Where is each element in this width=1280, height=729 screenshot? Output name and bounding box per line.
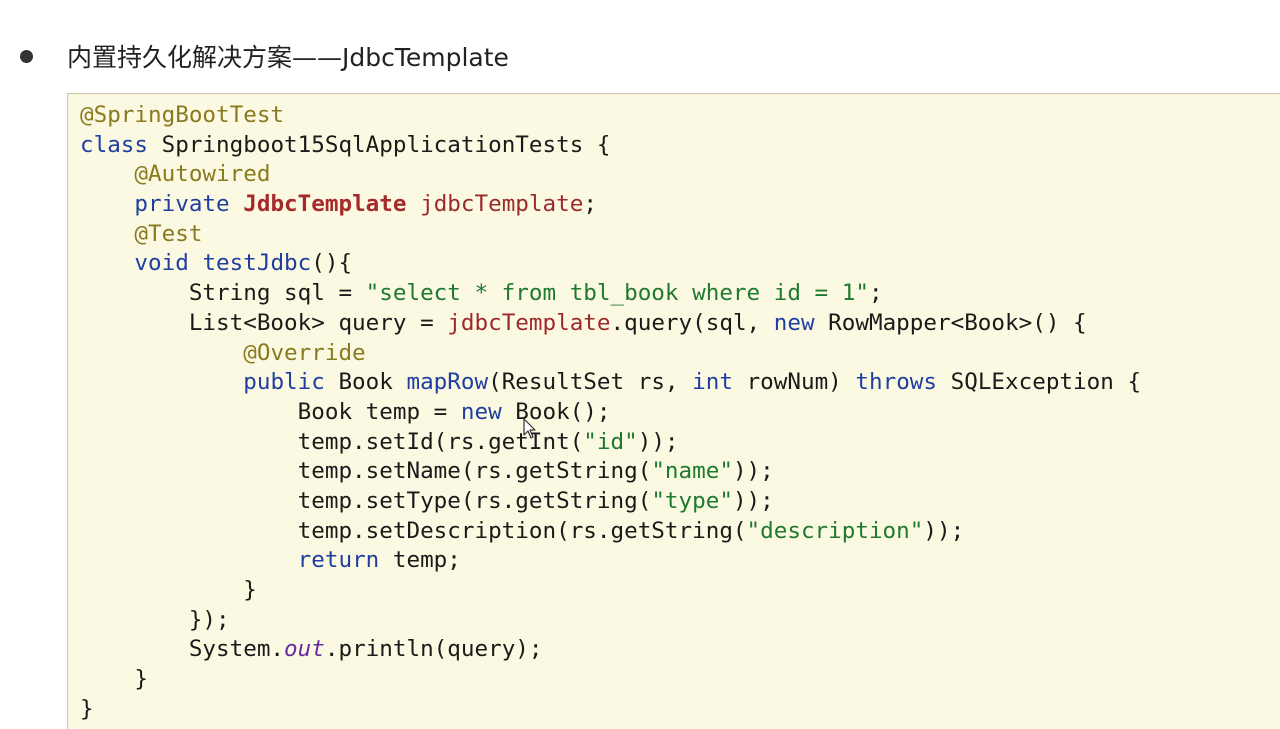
- code-line: List<Book> query = jdbcTemplate.query(sq…: [80, 309, 1141, 339]
- code-token: }: [80, 695, 94, 722]
- code-token: "description": [746, 517, 924, 544]
- code-token: ));: [732, 487, 774, 514]
- code-token: "type": [651, 487, 733, 514]
- code-token: mapRow: [406, 369, 489, 396]
- code-line: Book temp = new Book();: [80, 398, 1141, 428]
- code-token: SQLException {: [950, 369, 1142, 396]
- code-line: temp.setType(rs.getString("type"));: [80, 487, 1141, 517]
- code-line: temp.setId(rs.getInt("id"));: [80, 428, 1141, 458]
- heading-title: 内置持久化解决方案——JdbcTemplate: [67, 43, 509, 72]
- code-token: @Autowired: [134, 161, 271, 188]
- code-token: new: [773, 309, 829, 336]
- code-line: String sql = "select * from tbl_book whe…: [80, 279, 1141, 309]
- code-line: }: [80, 665, 1141, 695]
- code-line: temp.setName(rs.getString("name"));: [80, 457, 1141, 487]
- code-token: private: [134, 191, 244, 218]
- code-line: class Springboot15SqlApplicationTests {: [80, 131, 1141, 161]
- code-line: temp.setDescription(rs.getString("descri…: [80, 517, 1141, 547]
- code-token: ;: [583, 191, 597, 218]
- code-token: new: [460, 398, 516, 425]
- code-token: "id": [583, 428, 638, 455]
- code-line: return temp;: [80, 546, 1141, 576]
- code-token: @Override: [243, 339, 366, 366]
- code-token: ));: [923, 517, 965, 544]
- code-token: System.: [80, 636, 285, 663]
- code-line: @Test: [80, 220, 1141, 250]
- code-token: return: [297, 547, 393, 574]
- code-token: Book temp =: [80, 398, 461, 425]
- code-token: public: [243, 369, 339, 396]
- code-token: ;: [868, 280, 883, 307]
- code-token: });: [80, 606, 230, 633]
- code-line: public Book mapRow(ResultSet rs, int row…: [80, 368, 1141, 398]
- code-line: System.out.println(query);: [80, 635, 1141, 665]
- code-token: .query(sql,: [610, 309, 774, 336]
- code-token: (){: [311, 250, 353, 277]
- code-token: temp.setDescription(rs.getString(: [80, 517, 747, 544]
- code-token: temp;: [392, 547, 461, 574]
- code-token: (ResultSet rs,: [488, 369, 693, 396]
- code-token: }: [80, 666, 149, 693]
- code-line: });: [80, 606, 1141, 636]
- code-token: out: [284, 636, 325, 663]
- code-token: "name": [651, 458, 733, 485]
- code-line: }: [80, 695, 1141, 725]
- code-token: int: [692, 369, 747, 396]
- code-token: "select * from tbl_book where id = 1": [365, 280, 869, 307]
- code-token: throws: [855, 369, 951, 396]
- mouse-pointer-icon: [523, 418, 536, 439]
- code-line: @Autowired: [80, 160, 1141, 190]
- code-token: RowMapper<Book>() {: [828, 309, 1087, 336]
- bullet-dot-icon: [20, 49, 33, 63]
- code-token: Book: [338, 369, 407, 396]
- code-token: @SpringBootTest: [80, 102, 285, 128]
- code-token: ));: [637, 428, 679, 455]
- code-token: List<Book> query =: [80, 309, 448, 336]
- code-block: @SpringBootTest class Springboot15SqlAppl…: [80, 101, 1141, 724]
- code-line: @SpringBootTest: [80, 101, 1141, 131]
- slide-heading: 内置持久化解决方案——JdbcTemplate: [18, 36, 509, 76]
- code-token: JdbcTemplate: [243, 191, 407, 218]
- code-token: class: [80, 131, 162, 158]
- code-token: String sql =: [80, 280, 366, 307]
- code-token: .println(query);: [324, 636, 543, 663]
- code-token: jdbcTemplate: [420, 191, 584, 218]
- code-token: temp.setId(rs.getInt(: [80, 428, 584, 455]
- code-token: void: [134, 250, 203, 277]
- code-token: temp.setName(rs.getString(: [80, 458, 652, 485]
- code-token: Springboot15SqlApplicationTests {: [161, 131, 611, 158]
- code-token: ));: [732, 458, 774, 485]
- code-token: temp.setType(rs.getString(: [80, 487, 652, 514]
- code-token: }: [80, 577, 257, 603]
- code-line: }: [80, 576, 1141, 606]
- code-token: testJdbc: [202, 250, 312, 277]
- code-line: private JdbcTemplate jdbcTemplate;: [80, 190, 1141, 220]
- code-line: @Override: [80, 339, 1141, 369]
- code-token: jdbcTemplate: [447, 309, 611, 336]
- code-token: rowNum): [746, 369, 856, 396]
- code-token: @Test: [134, 220, 203, 247]
- code-line: void testJdbc(){: [80, 249, 1141, 279]
